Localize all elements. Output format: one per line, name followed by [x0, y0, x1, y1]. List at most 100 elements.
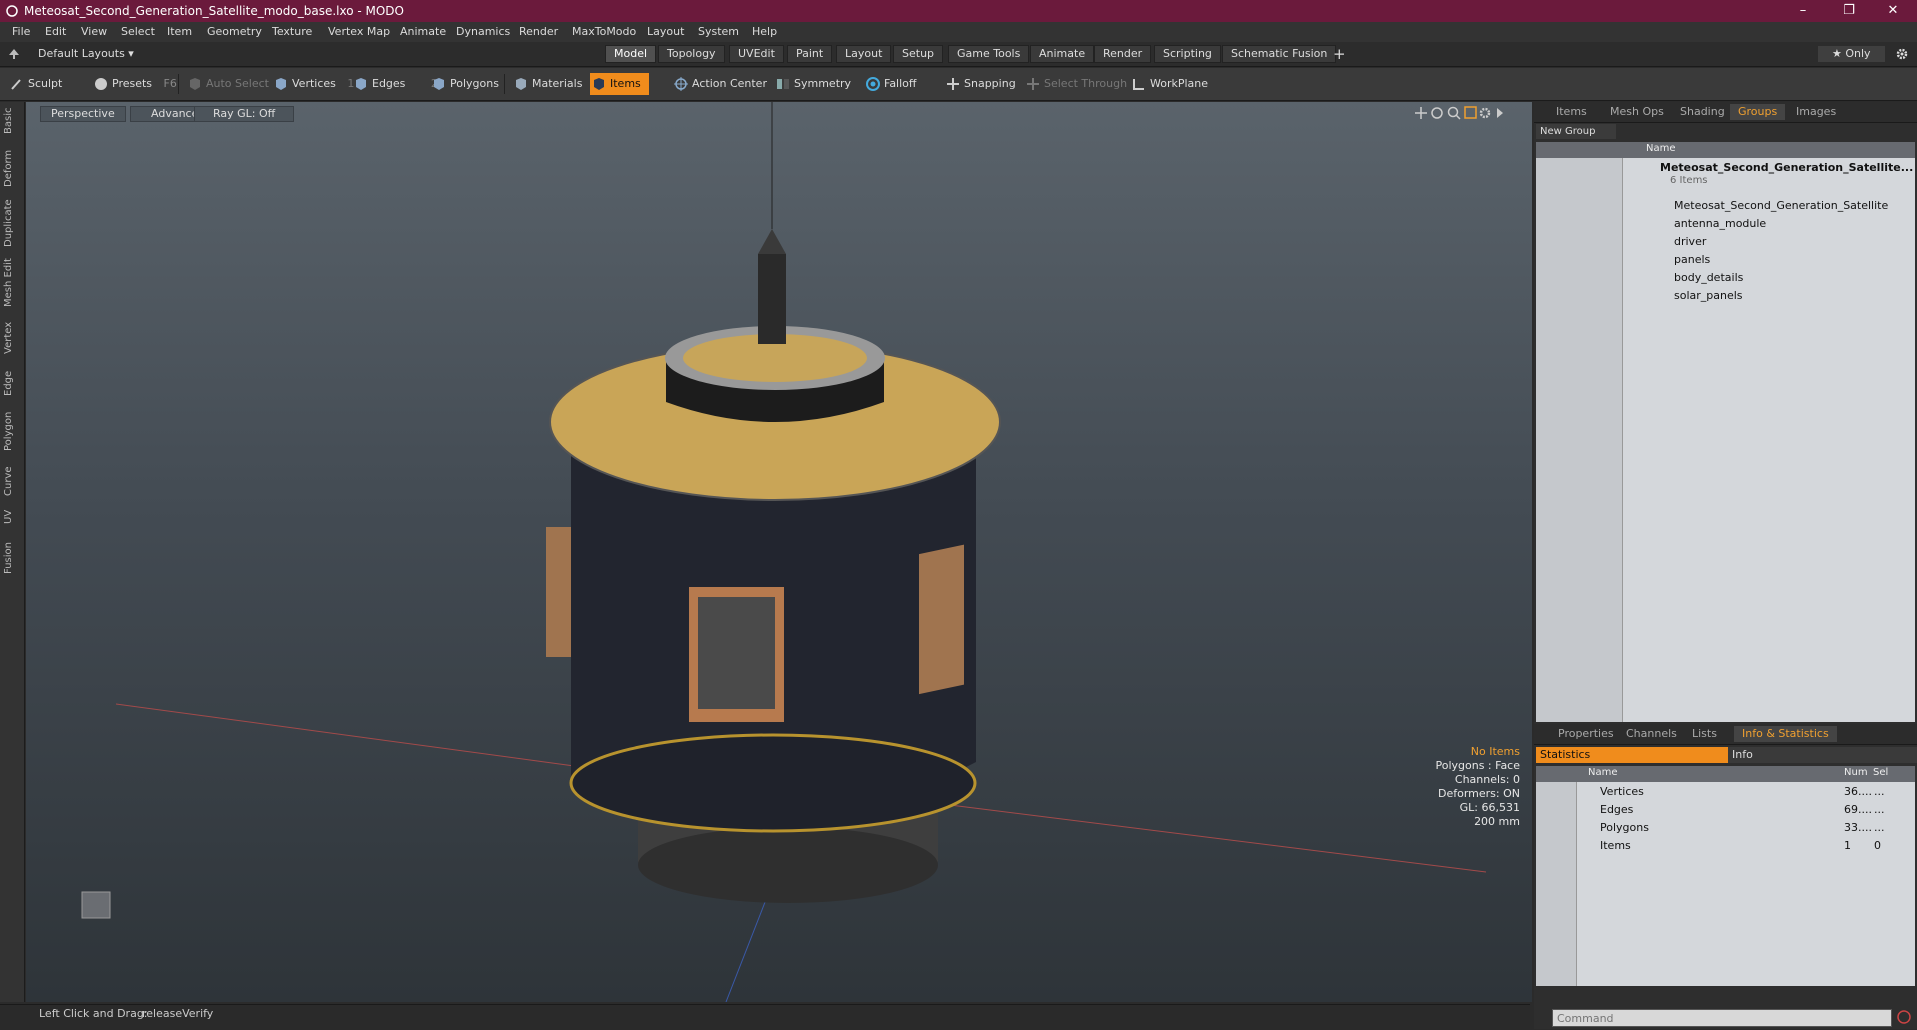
stats-row-sel: ... [1874, 785, 1885, 798]
vtab-polygon[interactable]: Polygon [3, 408, 21, 454]
tree-item[interactable]: driver [1674, 235, 1706, 248]
layout-bar: Default Layouts ▾ Model Topology UVEdit … [0, 42, 1917, 67]
menu-file[interactable]: File [12, 25, 30, 38]
tab-channels[interactable]: Channels [1618, 726, 1685, 742]
materials-button[interactable]: Materials [512, 73, 582, 95]
vtab-basic[interactable]: Basic [3, 106, 21, 136]
menu-maxtomodo[interactable]: MaxToModo [572, 25, 636, 38]
stats-row-num: 1 [1844, 839, 1851, 852]
tab-game-tools[interactable]: Game Tools [948, 45, 1030, 63]
tab-images[interactable]: Images [1788, 104, 1844, 120]
close-button[interactable]: ✕ [1873, 2, 1913, 20]
action-center-button[interactable]: Action Center [672, 73, 767, 95]
3d-viewport[interactable]: Perspective Advanced Ray GL: Off No Item… [26, 102, 1532, 1002]
command-input[interactable] [1552, 1009, 1892, 1027]
tree-item[interactable]: panels [1674, 253, 1710, 266]
tree-item[interactable]: Meteosat_Second_Generation_Satellite [1674, 199, 1888, 212]
vtab-duplicate[interactable]: Duplicate [3, 198, 21, 248]
tab-properties[interactable]: Properties [1550, 726, 1622, 742]
menu-texture[interactable]: Texture [272, 25, 312, 38]
tree-item[interactable]: antenna_module [1674, 217, 1766, 230]
tab-layout[interactable]: Layout [836, 45, 892, 63]
sculpt-button[interactable]: Sculpt [8, 73, 62, 95]
tab-info-statistics[interactable]: Info & Statistics [1734, 726, 1837, 742]
group-root[interactable]: Meteosat_Second_Generation_Satellite... [1660, 161, 1913, 174]
vtab-uv[interactable]: UV [3, 506, 21, 528]
groups-tab-bar: Items Mesh Ops Shading Groups Images [1534, 102, 1917, 123]
stats-row-name[interactable]: Items [1600, 839, 1631, 852]
snapping-button[interactable]: Snapping [944, 73, 1016, 95]
tab-items[interactable]: Items [1548, 104, 1595, 120]
workplane-button[interactable]: WorkPlane [1130, 73, 1208, 95]
status-bar: Left Click and Drag: releaseVerify [0, 1004, 1530, 1030]
menu-view[interactable]: View [81, 25, 107, 38]
tab-paint[interactable]: Paint [787, 45, 833, 63]
stats-row-name[interactable]: Edges [1600, 803, 1633, 816]
items-button[interactable]: Items [590, 73, 649, 95]
tab-render[interactable]: Render [1094, 45, 1152, 63]
only-toggle[interactable]: ★ Only [1818, 46, 1885, 62]
tab-scripting[interactable]: Scripting [1154, 45, 1221, 63]
auto-select-button[interactable]: Auto Select [186, 73, 269, 95]
menu-help[interactable]: Help [752, 25, 777, 38]
select-through-icon [1027, 78, 1039, 90]
menu-system[interactable]: System [698, 25, 739, 38]
select-through-button[interactable]: Select Through [1024, 73, 1127, 95]
tab-mesh-ops[interactable]: Mesh Ops [1602, 104, 1672, 120]
vtab-curve[interactable]: Curve [3, 462, 21, 500]
gear-icon[interactable] [1895, 47, 1909, 61]
menu-layout[interactable]: Layout [647, 25, 684, 38]
menu-dynamics[interactable]: Dynamics [456, 25, 510, 38]
stats-header: Name Num Sel [1536, 766, 1915, 782]
symmetry-icon [777, 79, 789, 89]
vtab-vertex[interactable]: Vertex [3, 318, 21, 358]
statistics-tab[interactable]: Statistics [1536, 747, 1728, 763]
vtab-edge[interactable]: Edge [3, 366, 21, 400]
polygons-button[interactable]: Polygons [430, 73, 499, 95]
tab-groups[interactable]: Groups [1730, 104, 1786, 120]
auto-select-icon [190, 78, 200, 90]
snapping-icon [947, 78, 959, 90]
menu-animate[interactable]: Animate [400, 25, 446, 38]
menu-geometry[interactable]: Geometry [207, 25, 262, 38]
tab-shading[interactable]: Shading [1672, 104, 1733, 120]
menu-render[interactable]: Render [519, 25, 558, 38]
vertex-cube-icon [276, 78, 286, 90]
tree-item[interactable]: body_details [1674, 271, 1743, 284]
stats-row-name[interactable]: Vertices [1600, 785, 1644, 798]
presets-button[interactable]: Presets F6 [92, 73, 177, 95]
layout-selector[interactable]: Default Layouts ▾ [38, 47, 134, 60]
new-group-button[interactable]: New Group [1536, 124, 1616, 139]
materials-icon [516, 78, 526, 90]
tab-animate[interactable]: Animate [1030, 45, 1095, 63]
menu-edit[interactable]: Edit [45, 25, 66, 38]
stats-row-name[interactable]: Polygons [1600, 821, 1649, 834]
tab-lists[interactable]: Lists [1684, 726, 1725, 742]
tab-schematic-fusion[interactable]: Schematic Fusion [1222, 45, 1337, 63]
vtab-deform[interactable]: Deform [3, 148, 21, 188]
add-tab-button[interactable]: + [1333, 45, 1346, 63]
restore-button[interactable]: ❐ [1829, 2, 1869, 20]
layout-arrow-icon[interactable] [8, 48, 20, 60]
symmetry-button[interactable]: Symmetry [774, 73, 851, 95]
tab-topology[interactable]: Topology [658, 45, 725, 63]
tab-uvedit[interactable]: UVEdit [729, 45, 784, 63]
vtab-fusion[interactable]: Fusion [3, 538, 21, 578]
minimize-button[interactable]: – [1783, 2, 1823, 20]
vertices-button[interactable]: Vertices 1 [272, 73, 354, 95]
tab-model[interactable]: Model [605, 45, 657, 63]
command-history-icon[interactable] [1896, 1009, 1912, 1025]
menu-vertex-map[interactable]: Vertex Map [328, 25, 390, 38]
tree-item[interactable]: solar_panels [1674, 289, 1743, 302]
vtab-mesh-edit[interactable]: Mesh Edit [3, 258, 21, 308]
edges-button[interactable]: Edges 2 [352, 73, 438, 95]
falloff-button[interactable]: Falloff [864, 73, 916, 95]
info-tab[interactable]: Info [1728, 747, 1917, 763]
stats-row-sel: ... [1874, 803, 1885, 816]
menu-item[interactable]: Item [167, 25, 192, 38]
tab-setup[interactable]: Setup [893, 45, 944, 63]
auto-select-label: Auto Select [206, 77, 269, 90]
symmetry-label: Symmetry [794, 77, 852, 90]
items-label: Items [610, 77, 641, 90]
menu-select[interactable]: Select [121, 25, 155, 38]
